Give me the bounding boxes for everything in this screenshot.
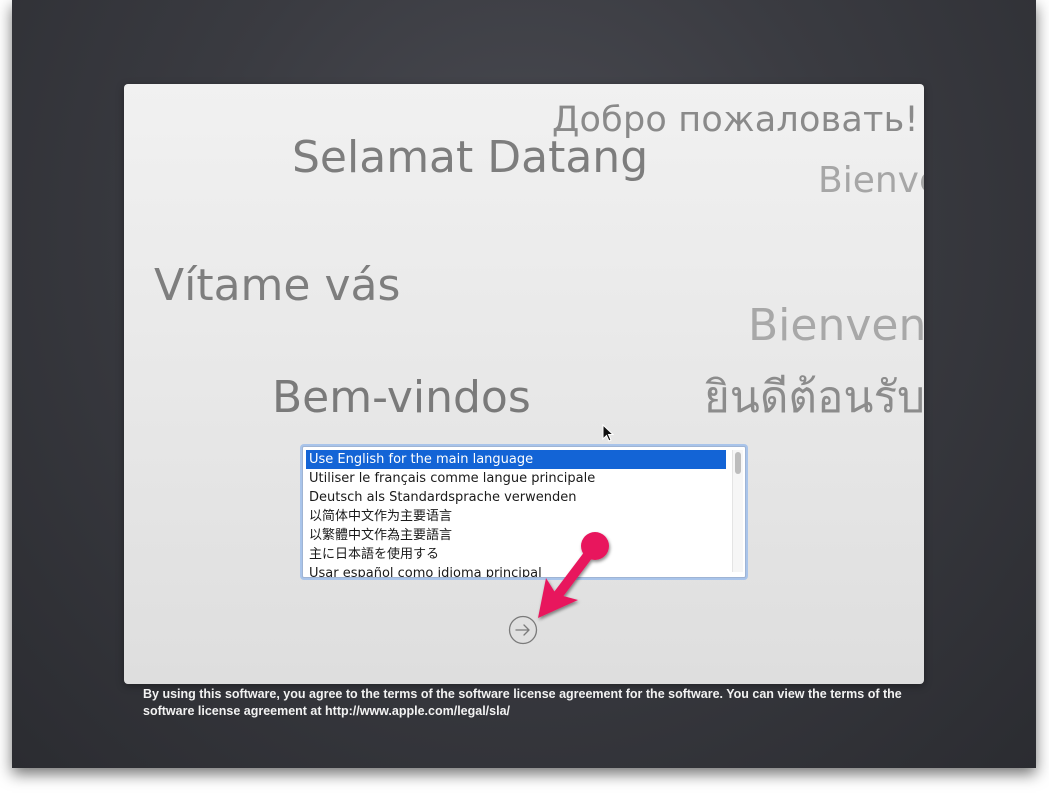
greeting-portuguese: Bem-vindos: [272, 372, 531, 423]
language-list[interactable]: Use English for the main language Utilis…: [302, 446, 746, 578]
mouse-cursor-icon: [602, 424, 614, 442]
greeting-french: Bienve: [818, 160, 924, 201]
welcome-panel: Добро пожаловать! Selamat Datang Bienve …: [124, 84, 924, 684]
setup-screen: Добро пожаловать! Selamat Datang Bienve …: [12, 0, 1036, 768]
pointer-arrow-icon: [538, 532, 609, 618]
language-option-french[interactable]: Utiliser le français comme langue princi…: [306, 469, 726, 488]
language-option-german[interactable]: Deutsch als Standardsprache verwenden: [306, 488, 726, 507]
scrollbar-thumb[interactable]: [735, 452, 741, 474]
language-option-traditional-chinese[interactable]: 以繁體中文作為主要語言: [306, 526, 726, 545]
greeting-italian: Bienvenu: [748, 300, 924, 351]
license-notice: By using this software, you agree to the…: [143, 687, 902, 718]
language-list-scrollbar[interactable]: [732, 450, 743, 572]
language-option-japanese[interactable]: 主に日本語を使用する: [306, 545, 726, 564]
language-list-items: Use English for the main language Utilis…: [306, 450, 726, 577]
language-option-simplified-chinese[interactable]: 以简体中文作为主要语言: [306, 507, 726, 526]
language-option-english[interactable]: Use English for the main language: [306, 450, 726, 469]
greeting-malay: Selamat Datang: [292, 132, 649, 183]
language-option-spanish[interactable]: Usar español como idioma principal: [306, 564, 726, 577]
greeting-thai: ยินดีต้อนรับ: [704, 372, 924, 423]
greeting-czech: Vítame vás: [154, 260, 401, 311]
